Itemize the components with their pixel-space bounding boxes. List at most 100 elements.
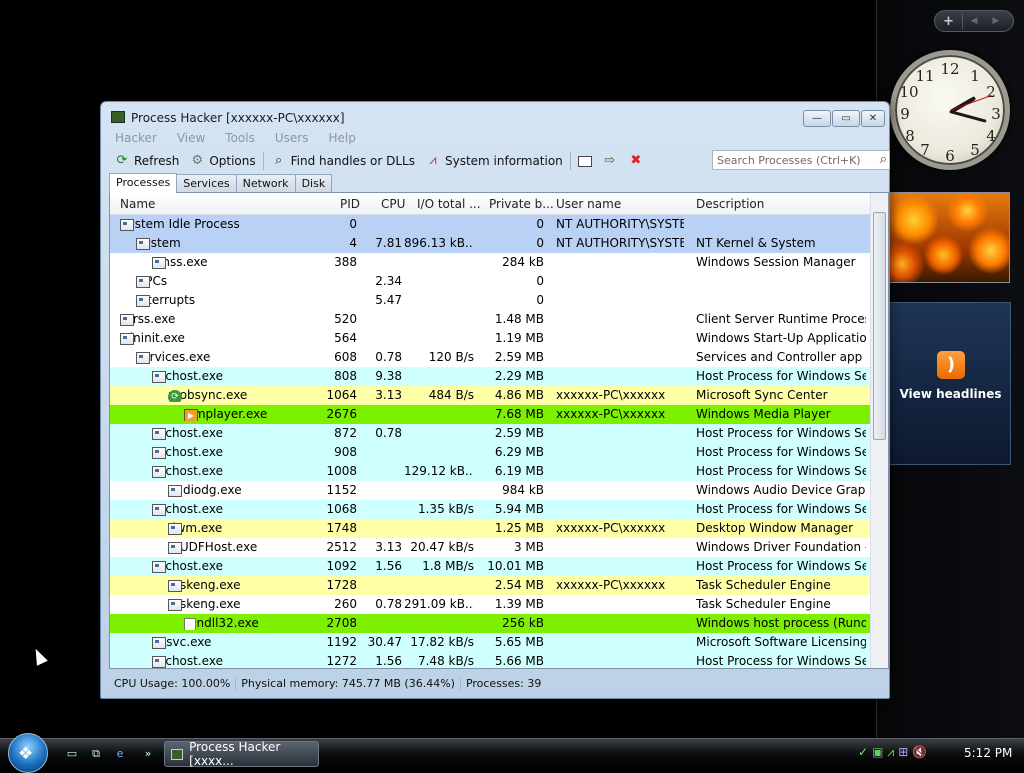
windows-logo-icon: ❖ <box>18 744 34 764</box>
options-label: Options <box>209 154 256 168</box>
process-hacker-window[interactable]: Process Hacker [xxxxxx-PC\xxxxxx] — ▭ ✕ … <box>100 101 890 699</box>
show-desktop-icon[interactable]: ▭ <box>64 747 80 761</box>
switch-windows-icon[interactable]: ⧉ <box>88 747 104 761</box>
clock-number: 8 <box>905 127 915 145</box>
clock-gadget[interactable]: 12 1 2 3 4 5 6 7 8 9 10 11 <box>890 50 1010 170</box>
title-bar[interactable]: Process Hacker [xxxxxx-PC\xxxxxx] — ▭ ✕ <box>101 102 889 130</box>
pid-cell: 260 <box>334 597 357 611</box>
private-bytes-cell: 984 kB <box>502 483 544 497</box>
process-row[interactable]: ◢svchost.exe 1092 1.56 1.8 MB/s 10.01 MB Host… <box>110 557 870 576</box>
process-row[interactable]: ▶ wmplayer.exe 2676 7.68 MB xxxxxx-PC\xxxxxx… <box>110 405 870 424</box>
feed-headlines-gadget[interactable]: ) View headlines <box>888 302 1011 465</box>
process-row[interactable]: svchost.exe 908 6.29 MB Host Process for Wi… <box>110 443 870 462</box>
col-private-bytes[interactable]: Private b... <box>489 197 554 211</box>
cpu-cell: 3.13 <box>375 540 402 554</box>
menu-tools[interactable]: Tools <box>219 131 255 149</box>
menu-hacker[interactable]: Hacker <box>109 131 157 149</box>
quick-launch-overflow-icon[interactable]: » <box>140 747 156 761</box>
window-arrow-icon: ⇨ <box>604 153 616 168</box>
minimize-button[interactable]: — <box>803 110 831 127</box>
pid-cell: 2512 <box>326 540 357 554</box>
process-row[interactable]: ◢svchost.exe 1008 129.12 kB... 6.19 MB Host … <box>110 462 870 481</box>
process-row[interactable]: Interrupts 5.47 0 <box>110 291 870 310</box>
menu-view[interactable]: View <box>171 131 205 149</box>
process-icon <box>168 542 182 554</box>
search-processes-input[interactable]: Search Processes (Ctrl+K) ⌕ <box>712 150 890 170</box>
process-row[interactable]: audiodg.exe 1152 984 kB Windows Audio Devic… <box>110 481 870 500</box>
pid-cell: 1152 <box>326 483 357 497</box>
process-row[interactable]: dwm.exe 1748 1.25 MB xxxxxx-PC\xxxxxx Deskto… <box>110 519 870 538</box>
gadget-nav-arrows-icon[interactable]: ◀ ▶ <box>963 16 1013 26</box>
go-to-window-button[interactable]: ⇨ <box>597 151 623 171</box>
process-row[interactable]: csrss.exe 520 1.48 MB Client Server Runtime… <box>110 310 870 329</box>
description-cell: Host Process for Windows Ser... <box>696 502 866 516</box>
terminate-button[interactable]: ✖ <box>623 151 649 171</box>
system-information-button[interactable]: ⩘ System information <box>420 151 568 171</box>
process-row[interactable]: ◢services.exe 608 0.78 120 B/s 2.59 MB Servic… <box>110 348 870 367</box>
vertical-scrollbar[interactable] <box>870 193 888 668</box>
process-name: ◢svchost.exe <box>152 559 310 573</box>
close-button[interactable]: ✕ <box>861 110 885 127</box>
process-row[interactable]: ◢wininit.exe 564 1.19 MB Windows Start-Up A… <box>110 329 870 348</box>
process-row[interactable]: ◢svchost.exe 1272 1.56 7.48 kB/s 5.66 MB Host… <box>110 652 870 668</box>
process-icon <box>152 637 166 649</box>
taskbar-clock[interactable]: 5:12 PM <box>964 746 1012 760</box>
internet-explorer-icon[interactable]: e <box>112 747 128 761</box>
taskbar-button-process-hacker[interactable]: Process Hacker [xxxx... <box>164 740 319 768</box>
process-name: ◢System Idle Process <box>120 217 310 231</box>
maximize-button[interactable]: ▭ <box>832 110 860 127</box>
tab-processes[interactable]: Processes <box>109 173 178 193</box>
refresh-button[interactable]: ⟳ Refresh <box>109 151 184 171</box>
process-row[interactable]: ◢svchost.exe 1068 1.35 kB/s 5.94 MB Host Pro… <box>110 500 870 519</box>
process-row[interactable]: svchost.exe 872 0.78 2.59 MB Host Process fo… <box>110 424 870 443</box>
process-row[interactable]: rundll32.exe 2708 256 kB Windows host proce… <box>110 614 870 633</box>
process-list[interactable]: Name PID CPU I/O total ... Private b... … <box>109 192 889 669</box>
tab-services[interactable]: Services <box>176 174 237 193</box>
private-bytes-cell: 256 kB <box>502 616 544 630</box>
process-name: rundll32.exe <box>184 616 310 630</box>
col-name[interactable]: Name <box>120 197 155 211</box>
description-cell: Host Process for Windows Ser... <box>696 464 866 478</box>
process-row[interactable]: ◢taskeng.exe 260 0.78291.09 kB... 1.39 MB Ta… <box>110 595 870 614</box>
tray-process-hacker-icon[interactable]: ▣ <box>872 745 883 760</box>
tray-network-icon[interactable]: ⊞ <box>898 745 908 760</box>
menu-users[interactable]: Users <box>269 131 309 149</box>
start-button[interactable]: ❖ <box>8 733 48 773</box>
cpu-cell: 2.34 <box>375 274 402 288</box>
private-bytes-cell: 3 MB <box>513 540 544 554</box>
tab-disk[interactable]: Disk <box>294 174 333 193</box>
process-row[interactable]: WUDFHost.exe 2512 3.13 20.47 kB/s 3 MB Window… <box>110 538 870 557</box>
col-user-name[interactable]: User name <box>556 197 621 211</box>
tray-checkmark-icon[interactable]: ✓ <box>858 745 868 760</box>
tray-cpu-graph-icon[interactable]: ⩘ <box>887 745 894 760</box>
pid-cell: 1068 <box>326 502 357 516</box>
col-description[interactable]: Description <box>696 197 764 211</box>
process-icon <box>120 219 134 231</box>
tab-network[interactable]: Network <box>235 174 296 193</box>
process-icon <box>136 295 150 307</box>
process-row[interactable]: ◢System Idle Process 0 0 NT AUTHORITY\SYSTE… <box>110 215 870 234</box>
process-row[interactable]: smss.exe 388 284 kB Windows Session Manager <box>110 253 870 272</box>
private-bytes-cell: 0 <box>536 236 544 250</box>
pid-cell: 388 <box>334 255 357 269</box>
process-row[interactable]: ◢⟳mobsync.exe 1064 3.13 484 B/s 4.86 MB xxxxx… <box>110 386 870 405</box>
add-gadget-button[interactable]: + <box>935 13 963 29</box>
process-row[interactable]: ◢System 4 7.81896.13 kB... 0 NT AUTHORITY\SY… <box>110 234 870 253</box>
col-io[interactable]: I/O total ... <box>417 197 481 211</box>
col-cpu[interactable]: CPU <box>381 197 405 211</box>
process-row[interactable]: DPCs 2.34 0 <box>110 272 870 291</box>
process-row[interactable]: taskeng.exe 1728 2.54 MB xxxxxx-PC\xxxxxx Ta… <box>110 576 870 595</box>
menu-help[interactable]: Help <box>322 131 355 149</box>
search-icon[interactable]: ⌕ <box>880 152 887 167</box>
tray-volume-muted-icon[interactable]: 🔇 <box>912 745 927 760</box>
process-row[interactable]: SLsvc.exe 1192 30.47 17.82 kB/s 5.65 MB Micro… <box>110 633 870 652</box>
scrollbar-thumb[interactable] <box>873 212 886 440</box>
view-headlines-label[interactable]: View headlines <box>889 387 1012 401</box>
slideshow-gadget-image[interactable] <box>889 192 1010 283</box>
description-cell: Windows Media Player <box>696 407 831 421</box>
process-row[interactable]: ◢svchost.exe 808 9.38 2.29 MB Host Process f… <box>110 367 870 386</box>
options-button[interactable]: ⚙ Options <box>184 151 260 171</box>
col-pid[interactable]: PID <box>340 197 360 211</box>
find-handles-button[interactable]: ⌕ Find handles or DLLs <box>266 151 420 171</box>
window-button[interactable] <box>573 151 597 171</box>
